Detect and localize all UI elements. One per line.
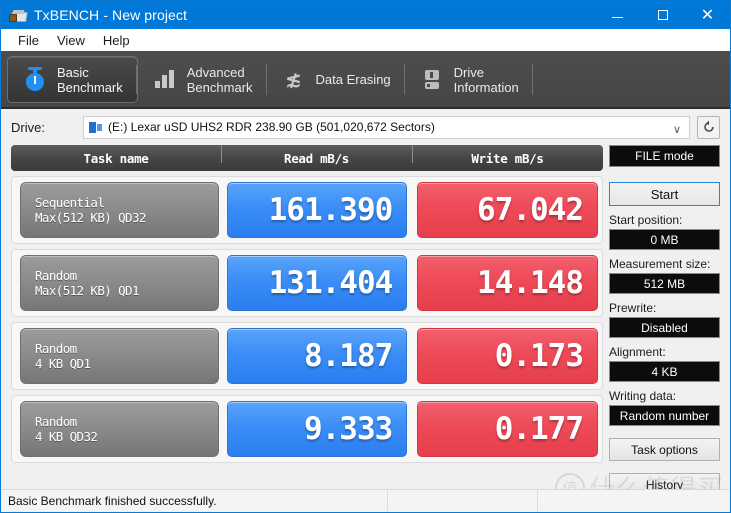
read-value: 161.390 <box>226 182 408 238</box>
status-cell-3 <box>538 490 729 511</box>
task-options-button[interactable]: Task options <box>609 438 720 461</box>
task-name-line1: Sequential <box>35 195 105 210</box>
task-cell[interactable]: Random 4 KB QD1 <box>20 328 219 384</box>
read-value: 8.187 <box>226 328 408 384</box>
write-value: 67.042 <box>417 182 599 238</box>
task-name-line2: 4 KB QD1 <box>35 356 91 371</box>
start-position-value[interactable]: 0 MB <box>609 229 720 250</box>
drive-combobox[interactable]: (E:) Lexar uSD UHS2 RDR 238.90 GB (501,0… <box>83 115 690 139</box>
read-value: 9.333 <box>226 401 408 457</box>
write-value: 14.148 <box>417 255 599 311</box>
shredder-icon: ≴ <box>285 69 302 91</box>
chevron-down-icon: ∨ <box>672 123 681 136</box>
app-icon <box>9 7 28 23</box>
title-bar: TxBENCH - New project ✕ <box>1 1 730 29</box>
tab-data-erasing-label: Data Erasing <box>315 72 391 87</box>
stopwatch-icon <box>22 66 48 93</box>
start-button[interactable]: Start <box>609 182 720 206</box>
menu-help[interactable]: Help <box>94 31 139 50</box>
task-name-line2: Max(512 KB) QD1 <box>35 283 139 298</box>
task-cell[interactable]: Random Max(512 KB) QD1 <box>20 255 219 311</box>
task-name-line2: Max(512 KB) QD32 <box>35 210 146 225</box>
start-position-label: Start position: <box>609 213 683 227</box>
drive-label: Drive: <box>11 119 45 135</box>
tab-advanced-benchmark[interactable]: Advanced Benchmark <box>138 56 267 103</box>
maximize-button[interactable] <box>640 1 685 29</box>
drive-small-icon <box>89 121 102 133</box>
close-icon: ✕ <box>700 5 715 24</box>
close-button[interactable]: ✕ <box>685 1 730 29</box>
table-header-row: Task name Read mB/s Write mB/s <box>11 145 603 171</box>
drive-icon <box>419 67 445 93</box>
drive-combobox-value: (E:) Lexar uSD UHS2 RDR 238.90 GB (501,0… <box>108 120 435 134</box>
column-header-write: Write mB/s <box>412 145 603 166</box>
window-controls: ✕ <box>595 1 730 29</box>
tab-divider <box>531 64 533 95</box>
prewrite-label: Prewrite: <box>609 301 657 315</box>
bar-chart-icon <box>152 67 178 93</box>
task-cell[interactable]: Sequential Max(512 KB) QD32 <box>20 182 219 238</box>
write-value: 0.177 <box>417 401 599 457</box>
table-row: Random 4 KB QD1 8.187 0.173 <box>11 322 603 390</box>
tab-divider <box>135 65 137 94</box>
status-message: Basic Benchmark finished successfully. <box>2 490 388 511</box>
window-title: TxBENCH - New project <box>34 7 188 23</box>
column-header-read: Read mB/s <box>221 145 412 166</box>
main-content: Task name Read mB/s Write mB/s Sequentia… <box>1 145 730 496</box>
tab-advanced-benchmark-label: Advanced Benchmark <box>186 64 253 95</box>
table-row: Random 4 KB QD32 9.333 0.177 <box>11 395 603 463</box>
table-row: Random Max(512 KB) QD1 131.404 14.148 <box>11 249 603 317</box>
file-mode-button[interactable]: FILE mode <box>609 145 720 167</box>
task-name-line1: Random <box>35 268 77 283</box>
refresh-button[interactable] <box>697 115 720 139</box>
measurement-size-value[interactable]: 512 MB <box>609 273 720 294</box>
table-row: Sequential Max(512 KB) QD32 161.390 67.0… <box>11 176 603 244</box>
refresh-icon <box>703 120 714 132</box>
tab-basic-benchmark[interactable]: Basic Benchmark <box>7 56 138 103</box>
writing-data-label: Writing data: <box>609 389 677 403</box>
menu-bar: File View Help <box>1 29 730 51</box>
menu-view[interactable]: View <box>48 31 94 50</box>
minimize-button[interactable] <box>595 1 640 29</box>
tab-strip: Basic Benchmark Advanced Benchmark ≴ Dat… <box>1 51 730 109</box>
writing-data-value[interactable]: Random number <box>609 405 720 426</box>
alignment-value[interactable]: 4 KB <box>609 361 720 382</box>
options-panel: FILE mode Start Start position: 0 MB Mea… <box>609 145 720 496</box>
write-value: 0.173 <box>417 328 599 384</box>
tab-drive-information[interactable]: Drive Information <box>405 56 533 103</box>
alignment-label: Alignment: <box>609 345 666 359</box>
menu-file[interactable]: File <box>9 31 48 50</box>
task-cell[interactable]: Random 4 KB QD32 <box>20 401 219 457</box>
task-name-line1: Random <box>35 341 77 356</box>
measurement-size-label: Measurement size: <box>609 257 711 271</box>
status-bar: Basic Benchmark finished successfully. <box>2 489 729 511</box>
status-cell-2 <box>388 490 538 511</box>
txbench-window: TxBENCH - New project ✕ File View Help B… <box>0 0 731 513</box>
tab-drive-information-label: Drive Information <box>453 64 519 95</box>
tab-basic-benchmark-label: Basic Benchmark <box>57 64 123 95</box>
tab-data-erasing[interactable]: ≴ Data Erasing <box>267 56 405 103</box>
results-table: Task name Read mB/s Write mB/s Sequentia… <box>11 145 603 496</box>
task-name-line1: Random <box>35 414 77 429</box>
prewrite-value[interactable]: Disabled <box>609 317 720 338</box>
drive-selector-row: Drive: (E:) Lexar uSD UHS2 RDR 238.90 GB… <box>1 109 730 145</box>
column-header-task-name: Task name <box>83 150 149 166</box>
read-value: 131.404 <box>226 255 408 311</box>
task-name-line2: 4 KB QD32 <box>35 429 98 444</box>
